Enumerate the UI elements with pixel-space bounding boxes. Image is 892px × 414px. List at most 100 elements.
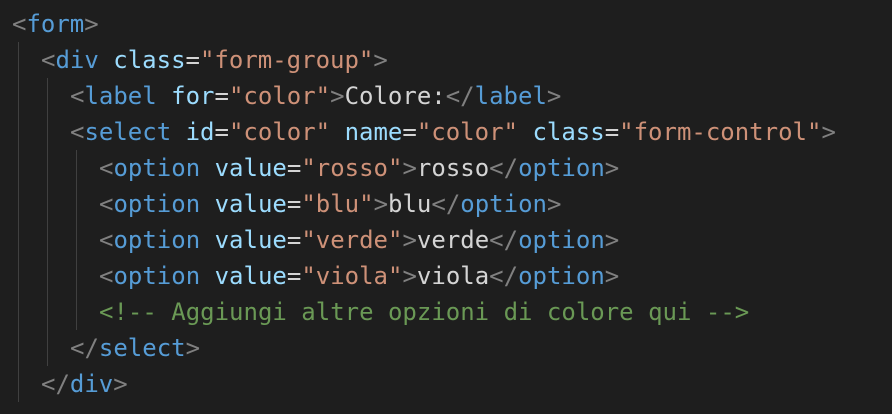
token-tag: option [113, 262, 201, 290]
token-bracket: </ [445, 82, 475, 110]
token-bracket: </ [70, 334, 99, 362]
code-line: <option value="verde">verde</option> [99, 222, 619, 258]
token-attr: value [214, 154, 287, 182]
token-bracket: </ [41, 370, 70, 398]
token-tag: option [518, 226, 605, 254]
token-tag: option [518, 154, 605, 182]
code-line: <!-- Aggiungi altre opzioni di colore qu… [99, 294, 749, 330]
token-text: rosso [416, 154, 490, 182]
token-eq: = [402, 118, 417, 146]
code-line: <option value="rosso">rosso</option> [99, 150, 619, 186]
token-eq: = [604, 118, 620, 146]
token-bracket: < [70, 82, 85, 110]
token-tag: label [84, 82, 157, 110]
token-str: "verde" [301, 226, 403, 254]
token-tag: option [113, 190, 201, 218]
token-bracket: > [546, 190, 562, 218]
token-str: "color" [228, 118, 331, 146]
token-bracket: > [546, 82, 562, 110]
token-attr: value [214, 226, 287, 254]
token-bracket: < [41, 46, 56, 74]
token-attr: value [214, 190, 287, 218]
token-bracket: </ [489, 262, 519, 290]
token-attr: value [214, 262, 287, 290]
token-attr: class [113, 46, 186, 74]
token-tag: select [84, 118, 172, 146]
token-eq: = [214, 118, 229, 146]
token-bracket: > [402, 262, 417, 290]
token-str: "color" [228, 82, 331, 110]
token-comment: <!-- Aggiungi altre opzioni di colore qu… [99, 298, 750, 326]
token-bracket: > [604, 262, 620, 290]
token-tag: option [460, 190, 547, 218]
token-attr: name [344, 118, 403, 146]
token-str: "rosso" [301, 154, 403, 182]
token-bracket: > [330, 82, 345, 110]
indent-guide [76, 150, 77, 330]
token-tag: div [69, 370, 114, 398]
token-bracket: > [604, 226, 620, 254]
token-str: "form-group" [199, 46, 374, 74]
token-bracket: > [821, 118, 836, 146]
code-line: <option value="blu">blu</option> [99, 186, 561, 222]
token-bracket: > [373, 46, 388, 74]
token-eq: = [214, 82, 229, 110]
token-tag: label [474, 82, 547, 110]
token-bracket: < [99, 190, 114, 218]
token-bracket: </ [489, 226, 519, 254]
token-bracket: > [185, 334, 201, 362]
token-attr: id [185, 118, 215, 146]
token-bracket: </ [431, 190, 461, 218]
token-attr: for [171, 82, 215, 110]
token-str: "color" [416, 118, 518, 146]
token-bracket: > [373, 190, 389, 218]
token-bracket: < [99, 226, 114, 254]
token-str: "viola" [301, 262, 403, 290]
code-editor[interactable]: <form> <div class="form-group"> <label for… [0, 0, 892, 414]
token-text: viola [416, 262, 490, 290]
token-bracket: < [12, 10, 27, 38]
code-line: </select> [70, 330, 200, 366]
code-line: <div class="form-group"> [41, 42, 388, 78]
token-bracket: > [604, 154, 620, 182]
token-eq: = [286, 262, 302, 290]
token-tag: option [113, 154, 201, 182]
token-bracket: < [70, 118, 85, 146]
token-str: "form-control" [619, 118, 822, 146]
token-eq: = [185, 46, 200, 74]
token-eq: = [286, 190, 302, 218]
token-bracket: > [402, 226, 417, 254]
token-str: "blu" [301, 190, 374, 218]
code-line: <label for="color">Colore:</label> [70, 78, 561, 114]
code-line: <option value="viola">viola</option> [99, 258, 619, 294]
code-line: <form> [12, 6, 99, 42]
token-text: blu [388, 190, 432, 218]
token-tag: form [26, 10, 85, 38]
token-bracket: > [113, 370, 128, 398]
indent-guide [18, 42, 19, 402]
token-eq: = [286, 154, 302, 182]
code-line: </div> [41, 366, 128, 402]
token-eq: = [286, 226, 302, 254]
token-bracket: < [99, 154, 114, 182]
token-bracket: > [402, 154, 417, 182]
token-tag: div [55, 46, 99, 74]
token-tag: select [98, 334, 186, 362]
code-line: <select id="color" name="color" class="f… [70, 114, 836, 150]
token-text: Colore: [344, 82, 446, 110]
token-bracket: > [84, 10, 99, 38]
token-tag: option [518, 262, 605, 290]
token-bracket: < [99, 262, 114, 290]
token-bracket: </ [489, 154, 519, 182]
token-attr: class [532, 118, 605, 146]
token-tag: option [113, 226, 201, 254]
indent-guide [47, 78, 48, 366]
